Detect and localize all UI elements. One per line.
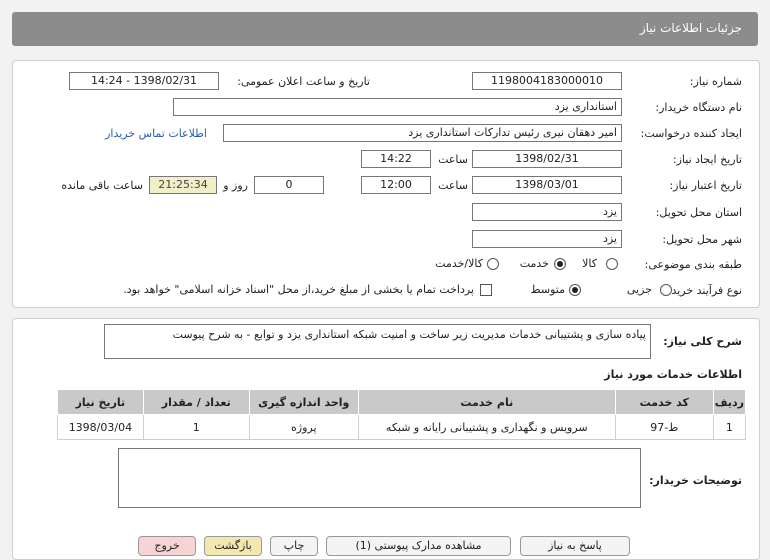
process-radio-medium[interactable] [569,284,581,296]
col-header-unit: واحد اندازه گیری [248,389,359,415]
table-header-row: ردیف کد خدمت نام خدمت واحد اندازه گیری ت… [57,389,747,415]
reply-button[interactable]: پاسخ به نیاز [520,536,630,556]
category-option-service: خدمت [519,257,549,270]
days-field: 0 [254,176,324,194]
cell-service-code: ط-97 [614,414,714,440]
buyer-notes-field [118,448,641,508]
buyer-notes-label: توضیحات خریدار: [649,474,742,487]
buyer-org-label: نام دستگاه خریدار: [655,101,742,114]
created-label: تاریخ ایجاد نیاز: [672,153,742,166]
category-radio-goods-service[interactable] [487,258,499,270]
services-title: اطلاعات خدمات مورد نیاز [604,368,742,381]
col-header-service-code: کد خدمت [614,389,714,415]
category-option-goods-service: کالا/خدمت [435,257,483,270]
summary-field: پیاده سازی و پشتیبانی خدمات مدیریت زیر س… [104,324,651,359]
created-time-label: ساعت [438,153,468,166]
created-date-field: 1398/02/31 [472,150,622,168]
category-radio-service[interactable] [554,258,566,270]
col-header-need-date: تاریخ نیاز [57,389,144,415]
col-header-service-name: نام خدمت [357,389,616,415]
page-title: جزئیات اطلاعات نیاز [639,21,742,35]
need-number-label: شماره نیاز: [689,75,742,88]
requester-field: امیر دهقان نیری رئیس تدارکات استانداری ی… [223,124,622,142]
province-label: استان محل تحویل: [655,206,742,219]
remaining-time-field: 21:25:34 [149,176,217,194]
view-documents-button[interactable]: مشاهده مدارک پیوستی (1) [326,536,511,556]
validity-time-label: ساعت [438,179,468,192]
cell-need-date: 1398/03/04 [57,414,144,440]
category-label: طبقه بندی موضوعی: [644,258,742,271]
page-header: جزئیات اطلاعات نیاز [12,12,758,46]
remaining-label: ساعت باقی مانده [61,179,143,192]
buyer-org-field: استانداری یزد [173,98,622,116]
summary-label: شرح کلی نیاز: [663,335,742,348]
announce-field: 1398/02/31 - 14:24 [69,72,219,90]
process-radio-minor[interactable] [660,284,672,296]
col-header-row-number: ردیف [712,389,747,415]
payment-note: پرداخت تمام یا بخشی از مبلغ خرید،از محل … [123,283,474,296]
announce-label: تاریخ و ساعت اعلان عمومی: [237,75,370,88]
services-table: ردیف کد خدمت نام خدمت واحد اندازه گیری ت… [57,389,747,440]
days-label: روز و [223,179,248,192]
process-option-minor: جزیی [626,283,652,296]
city-label: شهر محل تحویل: [662,233,742,246]
need-number-field: 1198004183000010 [472,72,622,90]
treasury-payment-checkbox[interactable] [480,284,492,296]
city-field: یزد [472,230,622,248]
back-button[interactable]: بازگشت [204,536,262,556]
print-button[interactable]: چاپ [270,536,318,556]
validity-label: تاریخ اعتبار نیاز: [669,179,742,192]
validity-date-field: 1398/03/01 [472,176,622,194]
province-field: یزد [472,203,622,221]
category-radio-goods[interactable] [606,258,618,270]
created-time-field: 14:22 [361,150,431,168]
exit-button[interactable]: خروج [138,536,196,556]
table-row: 1 ط-97 سرویس و نگهداری و پشتیبانی رایانه… [57,414,747,440]
validity-time-field: 12:00 [361,176,431,194]
cell-service-name: سرویس و نگهداری و پشتیبانی رایانه و شبکه [357,414,616,440]
process-option-medium: متوسط [530,283,565,296]
requester-label: ایجاد کننده درخواست: [640,127,742,140]
contact-info-link[interactable]: اطلاعات تماس خریدار [105,127,207,140]
col-header-quantity: تعداد / مقدار [142,389,250,415]
cell-row-number: 1 [712,414,747,440]
category-option-goods: کالا [582,257,597,270]
cell-unit: پروژه [248,414,359,440]
process-label: نوع فرآیند خرید : [664,284,742,297]
cell-quantity: 1 [142,414,250,440]
